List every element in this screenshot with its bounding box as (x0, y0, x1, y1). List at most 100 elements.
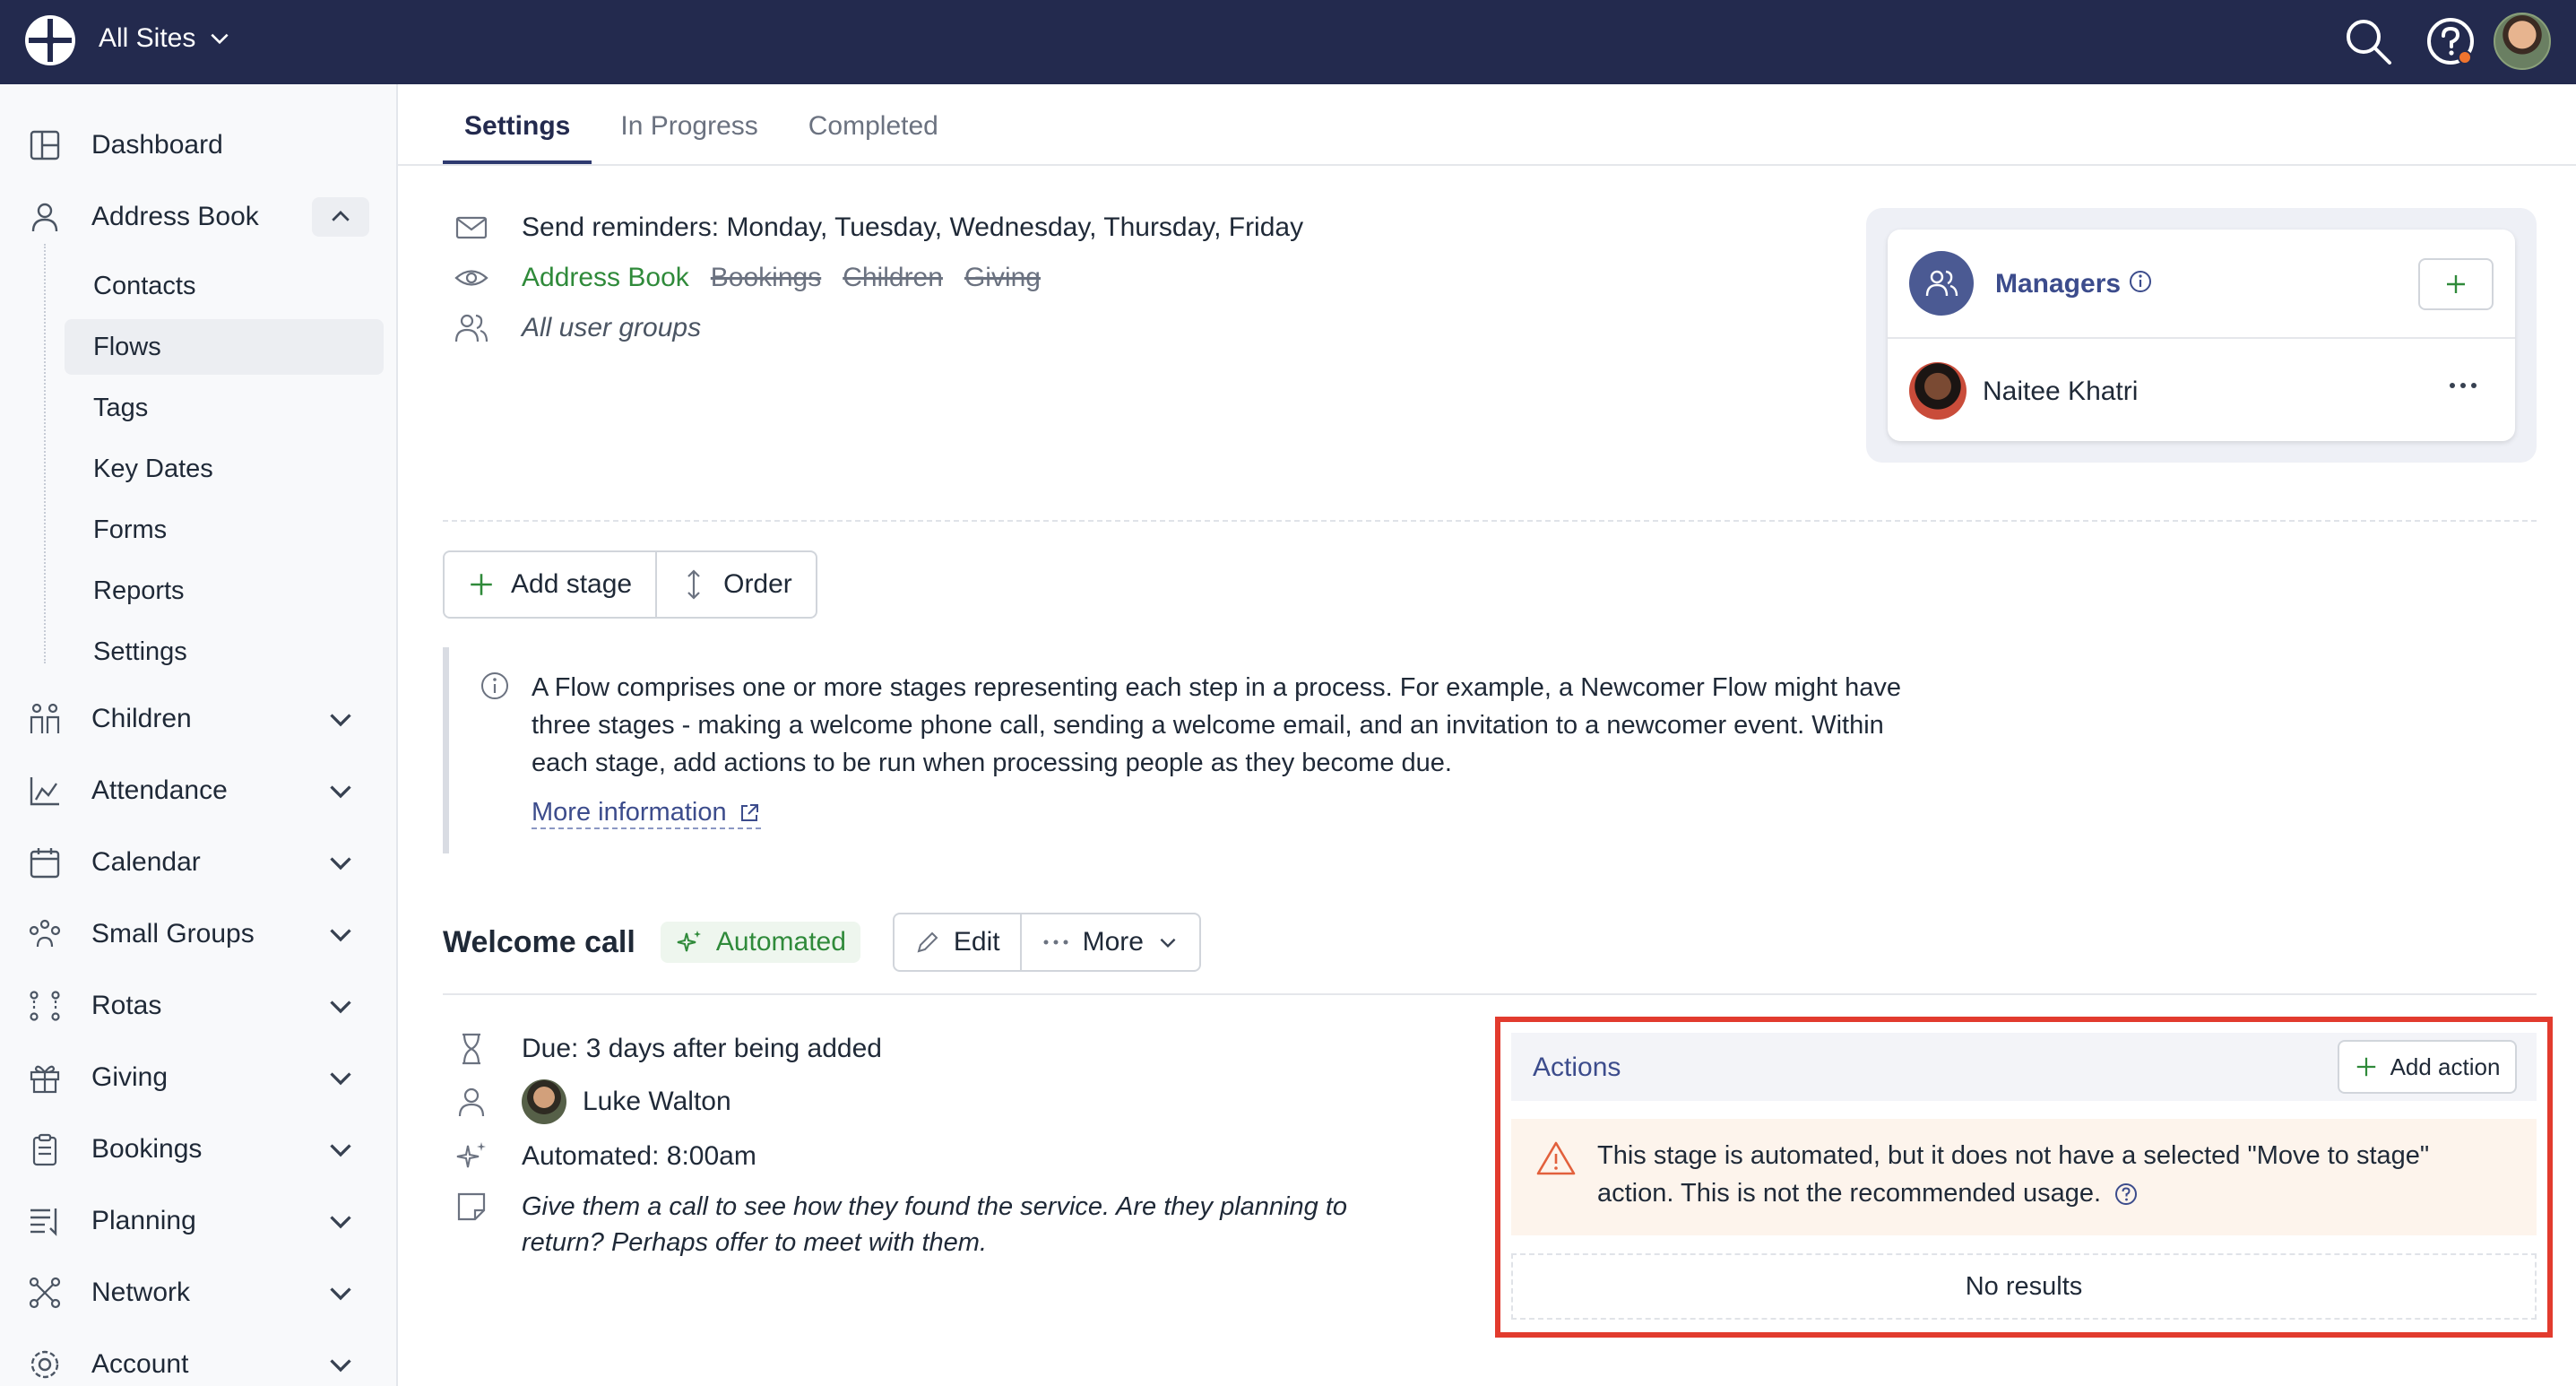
sidebar-item-label: Dashboard (91, 130, 223, 160)
tab-bar: Settings In Progress Completed (443, 84, 960, 165)
sidebar-item-giving[interactable]: Giving (0, 1051, 398, 1104)
more-information-link[interactable]: More information (532, 798, 761, 829)
collapse-button[interactable] (312, 197, 369, 237)
more-stage-button[interactable]: More (1019, 914, 1199, 970)
sidebar-item-calendar[interactable]: Calendar (0, 836, 398, 889)
flow-info-text: A Flow comprises one or more stages repr… (532, 673, 1902, 777)
sidebar-item-attendance[interactable]: Attendance (0, 764, 398, 818)
sidebar-subitem-tags[interactable]: Tags (65, 380, 384, 436)
info-icon[interactable] (2128, 269, 2153, 294)
chevron-down-icon[interactable] (324, 1205, 357, 1237)
visibility-row: Address Book Bookings Children Giving (454, 260, 1041, 296)
hourglass-icon (462, 1033, 480, 1065)
add-action-button[interactable]: Add action (2338, 1040, 2517, 1094)
sidebar-item-account[interactable]: Account (0, 1338, 398, 1386)
edit-stage-button[interactable]: Edit (895, 914, 1020, 970)
sidebar-subitem-forms[interactable]: Forms (65, 502, 384, 558)
visibility-address-book: Address Book (522, 263, 689, 292)
chevron-down-icon (1160, 938, 1176, 949)
manager-name: Naitee Khatri (1983, 377, 2139, 406)
sidebar-item-dashboard[interactable]: Dashboard (0, 118, 398, 172)
managers-title: Managers (1995, 269, 2122, 299)
chevron-up-icon (332, 211, 350, 221)
person-icon (458, 1087, 485, 1117)
order-label: Order (723, 569, 792, 599)
sidebar: Dashboard Address Book Contacts Flows Ta… (0, 84, 398, 1386)
sidebar-subitem-flows[interactable]: Flows (65, 319, 384, 375)
gift-icon (30, 1065, 60, 1094)
sidebar-item-bookings[interactable]: Bookings (0, 1122, 398, 1176)
actions-empty-state: No results (1511, 1253, 2537, 1320)
sidebar-item-label: Bookings (91, 1134, 203, 1164)
note-icon (457, 1192, 486, 1221)
add-stage-button[interactable]: Add stage (445, 552, 655, 617)
sidebar-subitem-key-dates[interactable]: Key Dates (65, 441, 384, 497)
notification-dot (2458, 50, 2472, 65)
order-button[interactable]: Order (655, 552, 816, 617)
groups-icon (29, 919, 61, 948)
chevron-down-icon[interactable] (324, 775, 357, 807)
sidebar-item-address-book[interactable]: Address Book (0, 190, 398, 244)
visibility-children: Children (843, 263, 943, 292)
tab-in-progress[interactable]: In Progress (599, 84, 779, 165)
section-divider (443, 520, 2537, 522)
chevron-down-icon[interactable] (324, 846, 357, 879)
help-icon[interactable] (2114, 1182, 2139, 1207)
warning-text: This stage is automated, but it does not… (1597, 1141, 2430, 1208)
more-information-label: More information (532, 798, 727, 827)
chevron-down-icon[interactable] (324, 1277, 357, 1309)
actions-title: Actions (1533, 1052, 1621, 1082)
tab-completed[interactable]: Completed (787, 84, 960, 165)
sparkle-icon (456, 1142, 486, 1168)
assignee-row: Luke Walton (454, 1079, 731, 1124)
sidebar-item-small-groups[interactable]: Small Groups (0, 907, 398, 961)
eye-icon (454, 270, 488, 286)
more-horizontal-icon[interactable] (2445, 375, 2481, 396)
edit-label: Edit (953, 927, 1000, 957)
subnav-guide (44, 244, 46, 663)
help-button[interactable] (2424, 14, 2477, 68)
chevron-down-icon[interactable] (324, 1133, 357, 1165)
chevron-down-icon[interactable] (324, 1061, 357, 1094)
sidebar-subitem-contacts[interactable]: Contacts (65, 258, 384, 314)
app-logo-icon[interactable] (23, 13, 77, 67)
plus-icon (471, 574, 492, 595)
managers-card: Managers Naitee Khatri (1888, 230, 2515, 441)
gear-icon (30, 1350, 59, 1379)
stage-note: Give them a call to see how they found t… (522, 1192, 1348, 1257)
sidebar-item-label: Giving (91, 1062, 169, 1092)
automated-badge-label: Automated (715, 927, 846, 957)
chevron-down-icon[interactable] (324, 918, 357, 950)
automated-row: Automated: 8:00am (454, 1139, 756, 1174)
plus-icon (2356, 1057, 2375, 1077)
avatar (1909, 362, 1967, 420)
stage-title: Welcome call (443, 924, 635, 959)
site-selector[interactable]: All Sites (99, 23, 231, 54)
assignee-name: Luke Walton (583, 1087, 731, 1116)
users-icon (454, 314, 488, 342)
chevron-down-icon[interactable] (324, 1348, 357, 1381)
sidebar-item-planning[interactable]: Planning (0, 1194, 398, 1248)
sidebar-item-label: Rotas (91, 991, 162, 1020)
sidebar-subitem-reports[interactable]: Reports (65, 563, 384, 619)
more-label: More (1082, 927, 1144, 957)
chevron-down-icon[interactable] (324, 703, 357, 735)
clipboard-icon (32, 1133, 57, 1166)
add-manager-button[interactable] (2418, 258, 2494, 310)
sidebar-item-network[interactable]: Network (0, 1266, 398, 1320)
user-avatar[interactable] (2494, 13, 2551, 70)
more-horizontal-icon (1043, 940, 1068, 945)
stage-actions: Edit More (892, 913, 1201, 972)
chevron-down-icon[interactable] (324, 990, 357, 1022)
tab-settings[interactable]: Settings (443, 84, 592, 165)
sidebar-item-rotas[interactable]: Rotas (0, 979, 398, 1033)
sidebar-item-label: Calendar (91, 847, 201, 877)
automation-warning: This stage is automated, but it does not… (1511, 1119, 2537, 1235)
sparkle-icon (677, 931, 701, 952)
sidebar-item-label: Small Groups (91, 919, 255, 949)
search-icon[interactable] (2341, 14, 2395, 68)
sidebar-item-children[interactable]: Children (0, 692, 398, 746)
sidebar-subitem-settings[interactable]: Settings (65, 624, 384, 680)
sidebar-item-label: Planning (91, 1206, 196, 1235)
sidebar-item-label: Address Book (91, 202, 259, 231)
